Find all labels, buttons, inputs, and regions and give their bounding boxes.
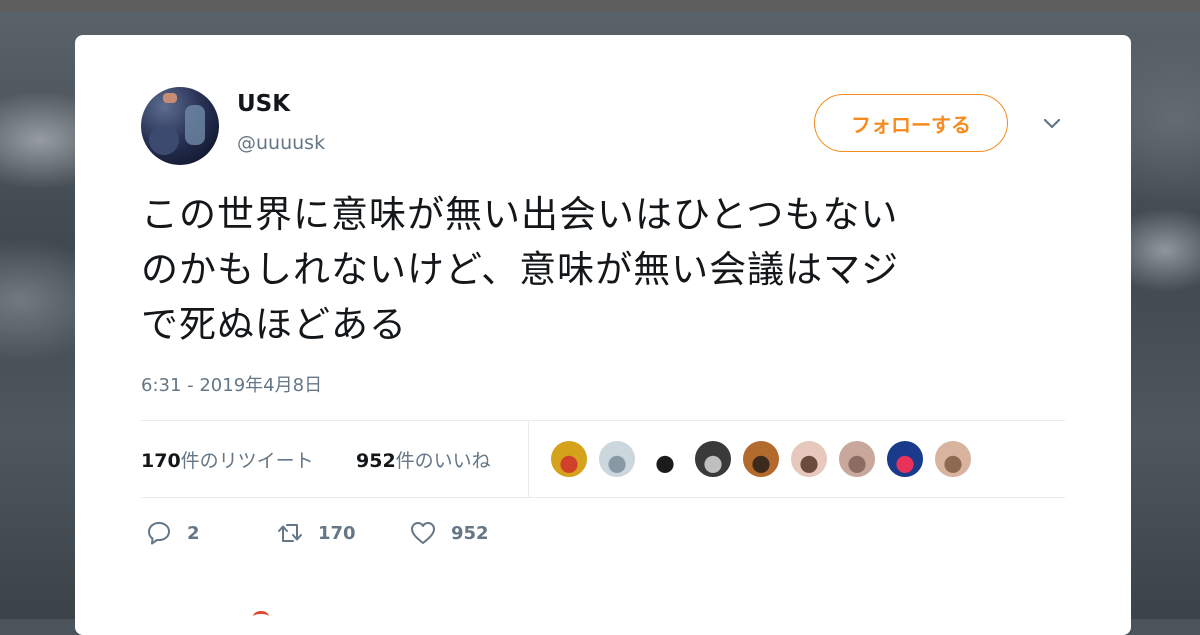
liker-2-avatar[interactable] <box>597 439 637 479</box>
user-handle[interactable]: @uuuusk <box>237 132 325 154</box>
chevron-down-icon[interactable] <box>1041 113 1063 135</box>
divider <box>141 420 1065 421</box>
reply-count: 2 <box>187 522 200 544</box>
like-action[interactable]: 952 <box>409 519 489 547</box>
like-count: 952 <box>451 522 489 544</box>
stats-divider <box>528 421 529 497</box>
tweet-timestamp[interactable]: 6:31 - 2019年4月8日 <box>141 371 322 397</box>
heart-icon[interactable] <box>409 519 437 547</box>
tweet-text: この世界に意味が無い出会いはひとつもない のかもしれないけど、意味が無い会議はマ… <box>141 187 1071 352</box>
window-top-bar <box>0 0 1200 12</box>
display-name[interactable]: USK <box>237 91 290 117</box>
divider <box>141 497 1065 498</box>
decorative-mark <box>253 611 269 622</box>
tweet-text-line: この世界に意味が無い出会いはひとつもない <box>141 193 899 236</box>
reply-icon[interactable] <box>145 519 173 547</box>
like-stat-count: 952 <box>356 450 396 472</box>
liker-3-avatar[interactable] <box>645 439 685 479</box>
like-stats[interactable]: 952件のいいね <box>356 446 491 473</box>
tweet-text-line: のかもしれないけど、意味が無い会議はマジ <box>141 248 900 291</box>
retweet-count: 170 <box>318 522 356 544</box>
liker-5-avatar[interactable] <box>741 439 781 479</box>
reply-action[interactable]: 2 <box>145 519 200 547</box>
liker-7-avatar[interactable] <box>837 439 877 479</box>
retweet-stat-count: 170 <box>141 450 181 472</box>
like-stat-label: 件のいいね <box>395 450 491 472</box>
liker-1-avatar[interactable] <box>549 439 589 479</box>
follow-button[interactable]: フォローする <box>814 94 1008 152</box>
retweet-stats[interactable]: 170件のリツイート <box>141 446 314 473</box>
tweet-text-line: で死ぬほどある <box>141 303 407 346</box>
tweet-card: USK @uuuusk フォローする この世界に意味が無い出会いはひとつもない … <box>75 35 1131 635</box>
retweet-icon[interactable] <box>276 519 304 547</box>
liker-4-avatar[interactable] <box>693 439 733 479</box>
liker-9-avatar[interactable] <box>933 439 973 479</box>
liker-8-avatar[interactable] <box>885 439 925 479</box>
liker-6-avatar[interactable] <box>789 439 829 479</box>
retweet-stat-label: 件のリツイート <box>180 450 314 472</box>
retweet-action[interactable]: 170 <box>276 519 356 547</box>
profile-avatar[interactable] <box>141 87 219 165</box>
